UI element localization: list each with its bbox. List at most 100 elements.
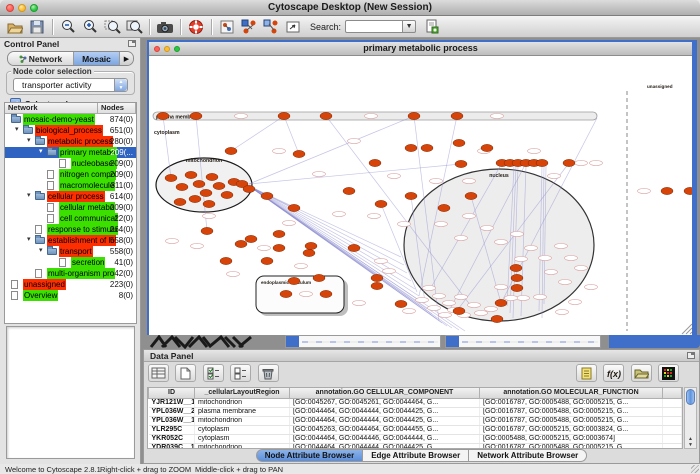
network-edge[interactable] <box>284 116 299 154</box>
table-cell[interactable]: [GO:0016787, GO:0005488, GO:0005215, G..… <box>480 407 663 416</box>
network-node[interactable] <box>220 257 232 264</box>
table-cell[interactable]: YPL036W__1 <box>149 416 195 425</box>
network-node[interactable] <box>661 187 673 194</box>
tree-row[interactable]: multi-organism pro42(0) <box>5 268 136 279</box>
network-node[interactable] <box>563 159 575 166</box>
help-ring-icon[interactable] <box>186 18 206 36</box>
table-cell[interactable]: [GO:0045267, GO:0045261, GO:0044464, G..… <box>290 398 480 407</box>
tree-expand-icon[interactable]: ▾ <box>27 234 31 245</box>
table-cell[interactable]: [GO:0044464, GO:0044444, GO:0044425, G..… <box>290 416 480 425</box>
tree-row[interactable]: ▾cellular process614(0) <box>5 191 136 202</box>
tree-expand-icon[interactable]: ▾ <box>27 190 31 201</box>
network-node[interactable] <box>190 112 202 119</box>
network-node[interactable] <box>288 204 300 211</box>
network-node[interactable] <box>288 277 300 284</box>
zoom-selected-icon[interactable] <box>102 18 122 36</box>
vizmapper-icon[interactable] <box>217 18 237 36</box>
network-node[interactable] <box>510 264 522 271</box>
scrollbar-arrows[interactable]: ▲▼ <box>685 436 696 448</box>
table-row[interactable]: YPL036W__2plasma membrane[GO:0044464, GO… <box>149 407 682 416</box>
network-node[interactable] <box>176 183 188 190</box>
float-data-panel-icon[interactable] <box>687 352 695 359</box>
app-resize-grip[interactable] <box>691 465 699 473</box>
table-cell[interactable]: plasma membrane <box>195 407 290 416</box>
float-panel-icon[interactable] <box>128 40 136 47</box>
network-node[interactable] <box>453 139 465 146</box>
network-view-window[interactable]: primary metabolic process plasma membran… <box>147 40 697 335</box>
network-node[interactable] <box>343 187 355 194</box>
network-node[interactable] <box>261 192 273 199</box>
network-node[interactable] <box>303 249 315 256</box>
network-node[interactable] <box>455 160 467 167</box>
unselect-attributes-icon[interactable] <box>230 364 251 382</box>
network-node[interactable] <box>157 112 169 119</box>
table-vertical-scrollbar[interactable]: ▲▼ <box>684 387 697 449</box>
open-icon[interactable] <box>5 18 25 36</box>
network-node[interactable] <box>369 159 381 166</box>
network-node[interactable] <box>421 144 433 151</box>
table-row[interactable]: YKR052Ccytoplasm[GO:0044464, GO:0044446,… <box>149 434 682 443</box>
zoom-in-icon[interactable] <box>80 18 100 36</box>
plugin-manager-icon[interactable] <box>422 18 442 36</box>
network-node[interactable] <box>320 290 332 297</box>
network-node[interactable] <box>235 240 247 247</box>
network-window-titlebar[interactable]: primary metabolic process <box>149 42 692 56</box>
network-node[interactable] <box>293 150 305 157</box>
network-node[interactable] <box>511 284 523 291</box>
canvas-resize-grip[interactable] <box>682 324 692 334</box>
tree-expand-icon[interactable]: ▾ <box>15 124 19 135</box>
tab-network-attribute-browser[interactable]: Network Attribute Browser <box>469 449 587 462</box>
network-node[interactable] <box>280 290 292 297</box>
network-node[interactable] <box>453 307 465 314</box>
table-row[interactable]: YJR121W__1mitochondrion[GO:0045267, GO:0… <box>149 398 682 407</box>
table-cell[interactable]: [GO:0044464, GO:0044444, GO:0044425, G..… <box>290 407 480 416</box>
network-node[interactable] <box>371 274 383 281</box>
import-attributes-icon[interactable] <box>631 364 652 382</box>
table-column-header[interactable]: annotation.GO CELLULAR_COMPONENT <box>290 388 480 398</box>
network-node[interactable] <box>536 159 548 166</box>
table-row[interactable]: YPL036W__1mitochondrion[GO:0044464, GO:0… <box>149 416 682 425</box>
tab-network[interactable]: Network <box>8 52 74 65</box>
network-node[interactable] <box>278 112 290 119</box>
network-node[interactable] <box>305 242 317 249</box>
tree-row[interactable]: ▾metabolic process280(0) <box>5 136 136 147</box>
table-column-header[interactable]: annotation.GO MOLECULAR_FUNCTION <box>480 388 663 398</box>
network-node[interactable] <box>481 144 493 151</box>
tree-row[interactable]: cellular metabo209(0) <box>5 202 136 213</box>
network-node[interactable] <box>193 180 205 187</box>
network-node[interactable] <box>405 144 417 151</box>
new-attribute-icon[interactable] <box>175 364 196 382</box>
table-cell[interactable]: mitochondrion <box>195 416 290 425</box>
tab-node-attribute-browser[interactable]: Node Attribute Browser <box>256 449 364 462</box>
zoom-fit-icon[interactable] <box>124 18 144 36</box>
network-node[interactable] <box>174 198 186 205</box>
background-window[interactable] <box>285 335 441 348</box>
snapshot-icon[interactable] <box>155 18 175 36</box>
network-node[interactable] <box>225 147 237 154</box>
network-node[interactable] <box>408 112 420 119</box>
network-node[interactable] <box>684 187 692 194</box>
network-node[interactable] <box>203 200 215 207</box>
table-cell[interactable]: cytoplasm <box>195 425 290 434</box>
network-node[interactable] <box>371 282 383 289</box>
table-cell[interactable]: [GO:0016787, GO:0005488, GO:0005215, G..… <box>480 398 663 407</box>
network-node[interactable] <box>313 274 325 281</box>
table-cell[interactable]: YJR121W__1 <box>149 398 195 407</box>
table-cell[interactable]: [GO:0045263, GO:0044464, GO:0044455, G..… <box>290 425 480 434</box>
search-dropdown-icon[interactable]: ▼ <box>403 20 416 33</box>
network-node[interactable] <box>375 200 387 207</box>
tree-row[interactable]: secretion41(0) <box>5 257 136 268</box>
network-node[interactable] <box>405 192 417 199</box>
network-node[interactable] <box>511 274 523 281</box>
tree-row[interactable]: response to stimulu264(0) <box>5 224 136 235</box>
tree-row[interactable]: Overview8(0) <box>5 290 136 301</box>
network-node[interactable] <box>320 112 332 119</box>
network-node[interactable] <box>465 192 477 199</box>
network-overview-navigator[interactable] <box>6 326 135 459</box>
delete-attribute-icon[interactable] <box>258 364 279 382</box>
table-cell[interactable]: cytoplasm <box>195 434 290 443</box>
table-cell[interactable]: [GO:0016787, GO:0005215, GO:0003824, G..… <box>480 425 663 434</box>
network-node[interactable] <box>438 204 450 211</box>
table-cell[interactable]: [GO:0044464, GO:0044446, GO:0044444, G..… <box>290 434 480 443</box>
tree-column-nodes[interactable]: Nodes <box>98 103 136 114</box>
